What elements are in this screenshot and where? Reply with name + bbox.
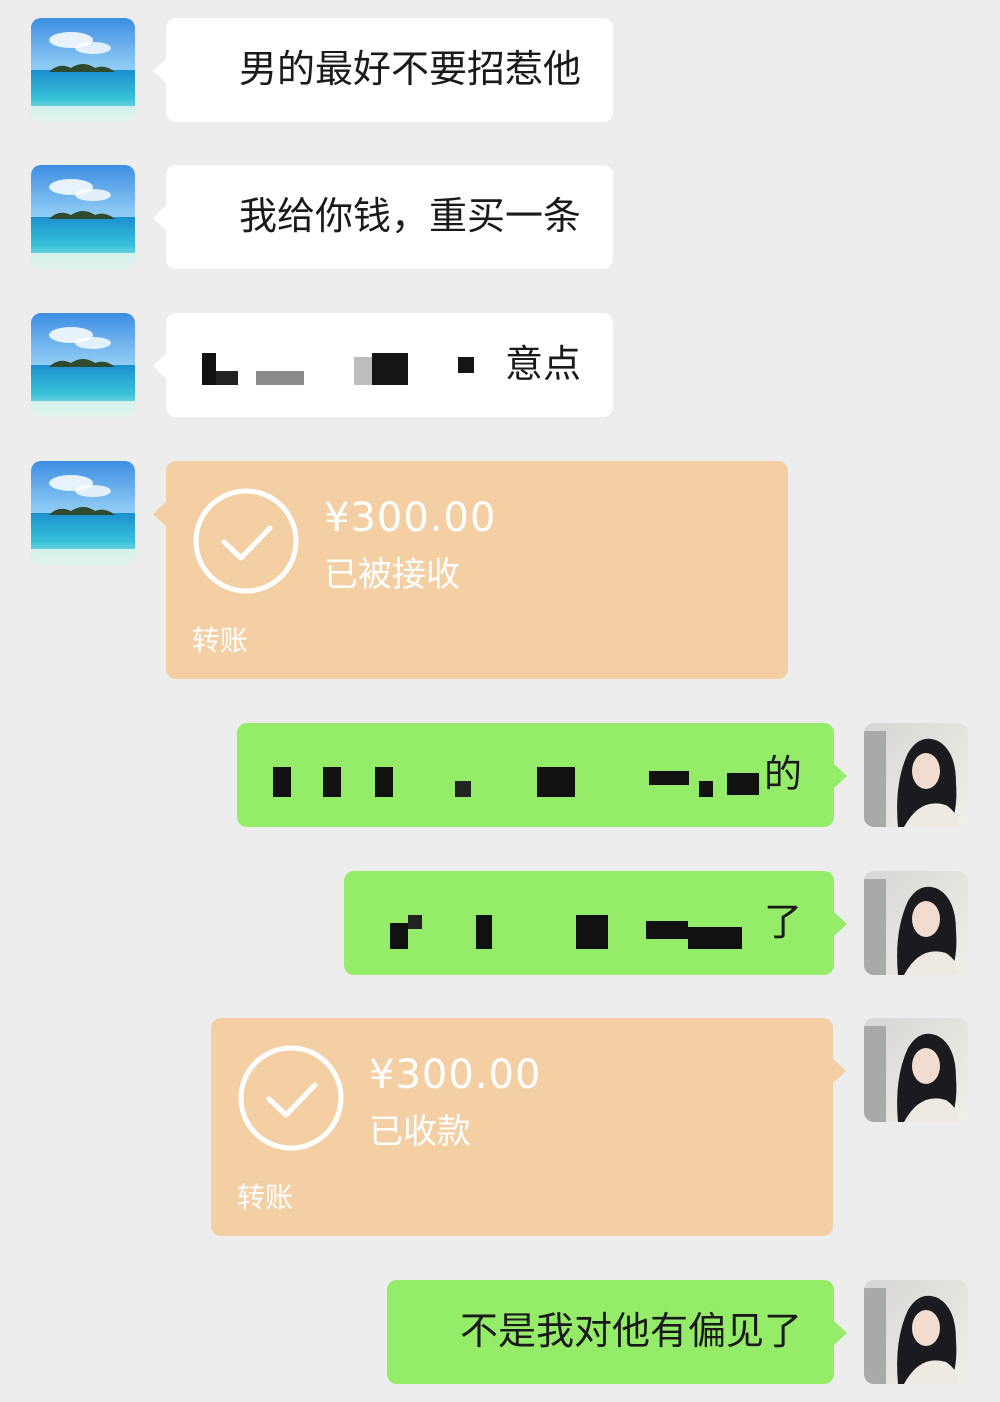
censored-block [476, 915, 492, 949]
censored-block [354, 357, 372, 385]
censored-block [390, 923, 408, 949]
avatar-contact[interactable] [31, 18, 135, 122]
message-text: 了 [763, 900, 802, 944]
girl-portrait-avatar-icon [864, 871, 968, 975]
avatar-contact[interactable] [31, 165, 135, 269]
avatar-self[interactable] [864, 871, 968, 975]
avatar-self[interactable] [864, 1280, 968, 1384]
transfer-card-outgoing[interactable]: ¥300.00 已收款 转账 [211, 1018, 846, 1236]
avatar-self[interactable] [864, 1018, 968, 1122]
censored-block [458, 357, 474, 373]
avatar-contact[interactable] [31, 313, 135, 417]
girl-portrait-avatar-icon [864, 1280, 968, 1384]
message-bubble-incoming[interactable]: 我给你钱，重买一条 [153, 165, 613, 269]
message-bubble-outgoing[interactable]: 了 [344, 871, 847, 975]
censored-block [537, 767, 575, 797]
transfer-status: 已被接收 [324, 555, 460, 595]
transfer-amount: ¥300.00 [324, 495, 497, 541]
censored-block [649, 771, 689, 785]
message-bubble-incoming[interactable]: 意点 [153, 313, 613, 417]
message-text: 男的最好不要招惹他 [238, 47, 581, 91]
transfer-label: 转账 [237, 1181, 294, 1214]
avatar-self[interactable] [864, 723, 968, 827]
censored-block [727, 773, 759, 795]
beach-island-avatar-icon [31, 461, 135, 565]
censored-block [323, 767, 341, 797]
censored-block [372, 353, 408, 385]
message-text: 意点 [504, 342, 581, 386]
transfer-label: 转账 [192, 624, 249, 657]
censored-block [408, 915, 422, 929]
transfer-amount: ¥300.00 [369, 1052, 542, 1098]
message-text: 的 [763, 752, 802, 796]
girl-portrait-avatar-icon [864, 723, 968, 827]
transfer-status: 已收款 [369, 1112, 471, 1152]
censored-block [202, 353, 216, 385]
censored-block [455, 781, 471, 797]
message-text: 不是我对他有偏见了 [459, 1309, 802, 1353]
censored-block [375, 767, 393, 797]
censored-block [273, 767, 291, 797]
girl-portrait-avatar-icon [864, 1018, 968, 1122]
censored-block [646, 921, 688, 939]
beach-island-avatar-icon [31, 18, 135, 122]
censored-block [216, 371, 238, 385]
message-text: 我给你钱，重买一条 [238, 194, 581, 238]
message-bubble-outgoing[interactable]: 不是我对他有偏见了 [387, 1280, 847, 1384]
transfer-card-incoming[interactable]: ¥300.00 已被接收 转账 [153, 461, 788, 679]
check-circle-icon [238, 1045, 344, 1151]
censored-block [699, 781, 713, 797]
censored-block [256, 371, 304, 385]
beach-island-avatar-icon [31, 313, 135, 417]
message-bubble-outgoing[interactable]: 的 [237, 723, 847, 827]
message-bubble-incoming[interactable]: 男的最好不要招惹他 [153, 18, 613, 122]
beach-island-avatar-icon [31, 165, 135, 269]
check-circle-icon [193, 488, 299, 594]
censored-block [576, 915, 608, 949]
censored-block [688, 927, 742, 949]
avatar-contact[interactable] [31, 461, 135, 565]
